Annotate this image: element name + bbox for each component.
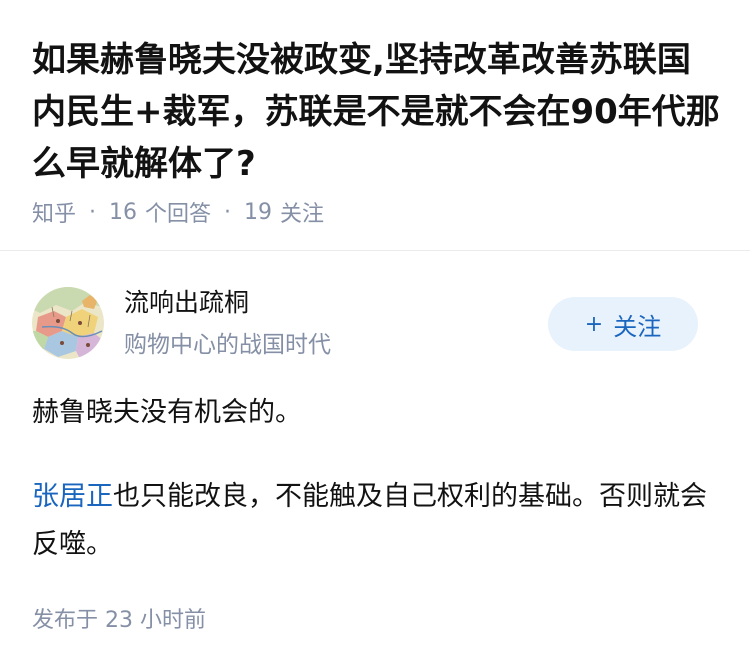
author-name[interactable]: 流响出疏桐: [124, 286, 249, 320]
follower-count-label: 关注: [280, 202, 325, 227]
question-meta: 知乎 · 16 个回答 · 19 关注: [32, 196, 325, 228]
answer-count: 16: [109, 199, 138, 225]
author-avatar[interactable]: [32, 287, 104, 359]
answer-paragraph: 赫鲁晓夫没有机会的。: [32, 397, 302, 428]
author-bio: 购物中心的战国时代: [124, 332, 331, 358]
meta-separator: ·: [224, 199, 232, 225]
follow-button[interactable]: + 关注: [548, 297, 698, 351]
follower-count: 19: [244, 199, 273, 225]
answer-count-label: 个回答: [145, 202, 212, 227]
answer-page: 如果赫鲁晓夫没被政变,坚持改革改善苏联国内民生+裁军，苏联是不是就不会在90年代…: [0, 0, 750, 672]
question-title[interactable]: 如果赫鲁晓夫没被政变,坚持改革改善苏联国内民生+裁军，苏联是不是就不会在90年代…: [32, 34, 722, 190]
answer-paragraph-text: 也只能改良，不能触及自己权利的基础。否则就会反噬。: [32, 481, 707, 560]
plus-icon: +: [584, 311, 604, 337]
map-avatar-icon: [32, 287, 104, 359]
zhangjuzheng-link[interactable]: 张居正: [32, 481, 113, 512]
follow-button-label: 关注: [613, 312, 662, 341]
answer-paragraph: 张居正也只能改良，不能触及自己权利的基础。否则就会反噬。: [32, 473, 712, 569]
source-label[interactable]: 知乎: [32, 196, 76, 228]
publish-time: 发布于 23 小时前: [32, 608, 206, 633]
meta-separator: ·: [89, 199, 97, 225]
section-divider: [0, 250, 750, 251]
